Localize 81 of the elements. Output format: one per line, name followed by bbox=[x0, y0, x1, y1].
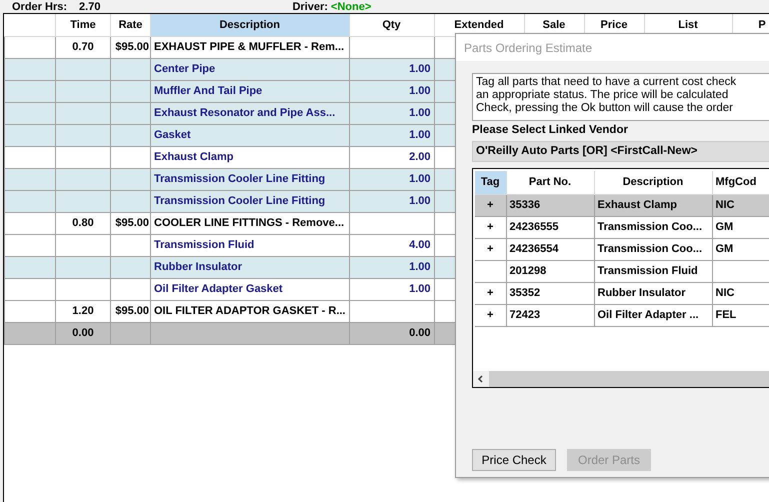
part-number-cell: 24236555 bbox=[510, 220, 558, 233]
manufacturer-cell: GM bbox=[716, 242, 734, 255]
description-cell: Transmission Coo... bbox=[598, 242, 702, 255]
column-header[interactable]: Part No. bbox=[506, 171, 594, 194]
time-cell: 1.20 bbox=[72, 304, 94, 317]
order-hours-value: 2.70 bbox=[79, 2, 100, 13]
column-header[interactable]: Rate bbox=[110, 14, 150, 36]
driver-label: Driver: bbox=[292, 2, 328, 13]
horizontal-scrollbar[interactable] bbox=[473, 371, 769, 387]
part-number-cell: 72423 bbox=[510, 308, 540, 321]
part-number-cell: 24236554 bbox=[510, 242, 558, 255]
part-row[interactable]: + 35336 Exhaust Clamp NIC bbox=[475, 194, 769, 216]
qty-cell: 1.00 bbox=[409, 282, 430, 295]
instruction-line: an appropriate status. The price will be calculated bbox=[476, 89, 730, 102]
part-row[interactable]: 201298 Transmission Fluid bbox=[475, 260, 769, 282]
instruction-line: Tag all parts that need to have a current cost check bbox=[476, 76, 738, 89]
dialog-title: Parts Ordering Estimate bbox=[464, 40, 592, 56]
description-cell: Rubber Insulator bbox=[154, 260, 242, 273]
rate-cell: $95.00 bbox=[115, 304, 149, 317]
qty-cell: 1.00 bbox=[409, 194, 430, 207]
description-cell: Rubber Insulator bbox=[598, 286, 686, 299]
order-hours-label: Order Hrs: bbox=[12, 2, 68, 13]
tag-cell: + bbox=[487, 220, 494, 233]
column-header[interactable]: MfgCod bbox=[712, 171, 769, 194]
qty-cell: 1.00 bbox=[409, 62, 430, 75]
part-number-cell: 35336 bbox=[510, 198, 540, 211]
description-cell: Transmission Cooler Line Fitting bbox=[154, 172, 326, 185]
column-header[interactable] bbox=[4, 14, 56, 36]
description-cell: Exhaust Clamp bbox=[598, 198, 677, 211]
tag-cell: + bbox=[487, 286, 494, 299]
time-cell: 0.70 bbox=[72, 40, 94, 53]
description-cell: Muffler And Tail Pipe bbox=[154, 84, 262, 97]
rate-cell: $95.00 bbox=[115, 40, 149, 53]
column-header[interactable]: Description bbox=[594, 171, 712, 194]
part-row[interactable]: + 24236554 Transmission Coo... GM bbox=[475, 238, 769, 260]
description-cell: Exhaust Resonator and Pipe Ass... bbox=[154, 106, 336, 119]
rate-cell: $95.00 bbox=[115, 216, 149, 229]
description-cell: Transmission Fluid bbox=[154, 238, 254, 251]
qty-cell: 1.00 bbox=[409, 172, 430, 185]
part-number-cell: 35352 bbox=[510, 286, 540, 299]
description-cell: Center Pipe bbox=[154, 62, 216, 75]
tag-cell: + bbox=[487, 198, 494, 211]
scroll-left-icon[interactable] bbox=[473, 371, 489, 387]
part-row[interactable]: + 35352 Rubber Insulator NIC bbox=[475, 282, 769, 304]
description-cell: Transmission Fluid bbox=[598, 264, 698, 277]
dialog-button[interactable]: Price Check bbox=[472, 449, 556, 471]
instruction-line: Check, pressing the Ok button will cause the order bbox=[476, 102, 734, 115]
description-cell: OIL FILTER ADAPTOR GASKET - R... bbox=[154, 304, 346, 317]
description-cell: Oil Filter Adapter Gasket bbox=[154, 282, 283, 295]
description-cell: Transmission Coo... bbox=[598, 220, 702, 233]
description-cell: COOLER LINE FITTINGS - Remove... bbox=[154, 216, 344, 229]
time-cell: 0.00 bbox=[72, 326, 94, 339]
description-cell: Gasket bbox=[154, 128, 191, 141]
driver-value: <None> bbox=[330, 2, 372, 13]
column-header[interactable]: Description bbox=[150, 14, 349, 36]
description-cell: Oil Filter Adapter ... bbox=[598, 308, 699, 321]
description-cell: EXHAUST PIPE & MUFFLER - Rem... bbox=[154, 40, 344, 53]
qty-cell: 4.00 bbox=[409, 238, 430, 251]
manufacturer-cell: GM bbox=[716, 220, 734, 233]
column-header[interactable]: Tag bbox=[475, 171, 506, 194]
part-number-cell: 201298 bbox=[510, 264, 546, 277]
qty-cell: 2.00 bbox=[409, 150, 430, 163]
qty-cell: 1.00 bbox=[409, 106, 430, 119]
tag-cell: + bbox=[487, 242, 494, 255]
tag-cell: + bbox=[487, 308, 494, 321]
manufacturer-cell: NIC bbox=[716, 198, 734, 211]
part-row[interactable]: + 24236555 Transmission Coo... GM bbox=[475, 216, 769, 238]
column-header[interactable]: Time bbox=[56, 14, 110, 36]
time-cell: 0.80 bbox=[72, 216, 94, 229]
vendor-label: Please Select Linked Vendor bbox=[472, 124, 629, 137]
qty-cell: 1.00 bbox=[409, 128, 430, 141]
qty-cell: 1.00 bbox=[409, 84, 430, 97]
description-cell: Exhaust Clamp bbox=[154, 150, 234, 163]
qty-cell: 1.00 bbox=[409, 260, 430, 273]
manufacturer-cell: NIC bbox=[716, 286, 734, 299]
manufacturer-cell: FEL bbox=[716, 308, 736, 321]
vendor-dropdown[interactable]: O'Reilly Auto Parts [OR] <FirstCall-New> bbox=[472, 141, 769, 162]
part-row[interactable]: + 72423 Oil Filter Adapter ... FEL bbox=[475, 304, 769, 326]
description-cell: Transmission Cooler Line Fitting bbox=[154, 194, 326, 207]
qty-cell: 0.00 bbox=[409, 326, 430, 339]
column-header[interactable]: Qty bbox=[349, 14, 434, 36]
